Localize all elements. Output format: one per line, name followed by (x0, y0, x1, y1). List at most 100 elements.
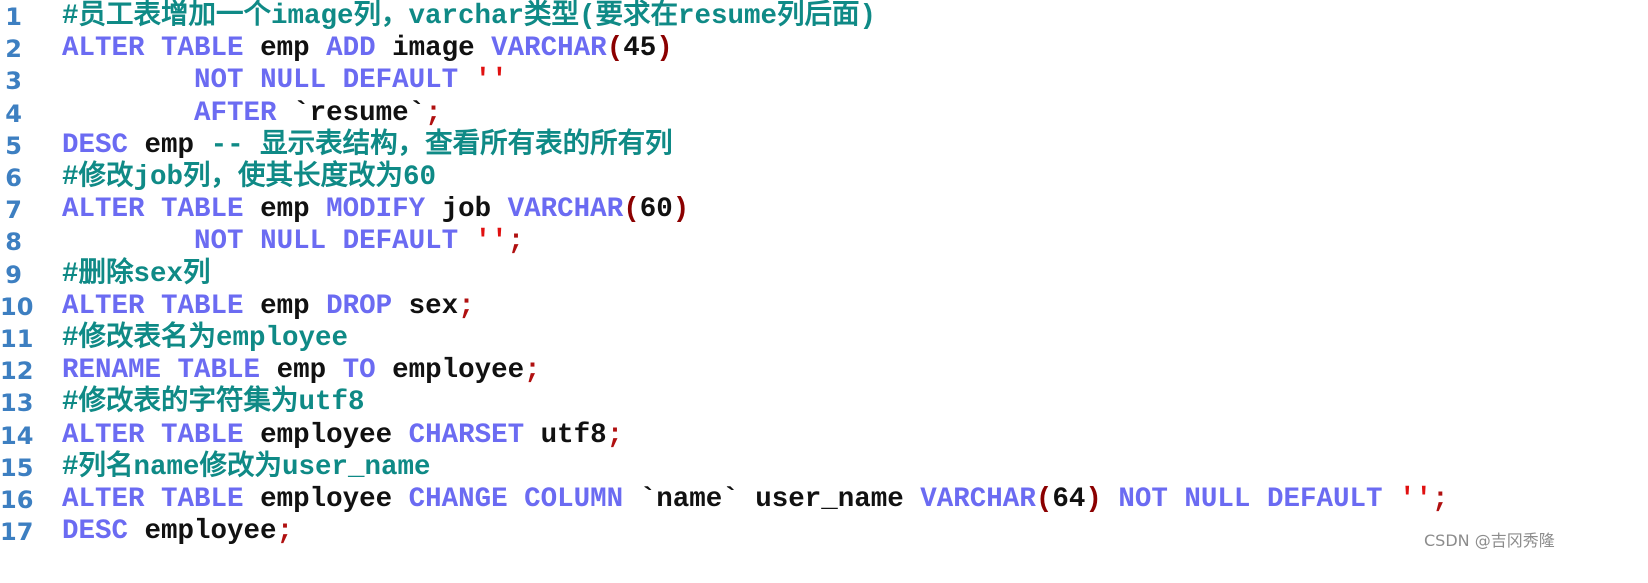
code-text[interactable]: #修改表名为employee (62, 323, 348, 355)
code-line[interactable]: 10 ALTER TABLE emp DROP sex; (0, 291, 1648, 323)
semicolon-token: ; (425, 97, 442, 129)
code-line[interactable]: 17 DESC employee; (0, 516, 1648, 548)
code-line[interactable]: 11 #修改表名为employee (0, 323, 1648, 355)
identifier-token: emp (260, 33, 310, 65)
line-number: 15 (0, 453, 34, 482)
identifier-token: user_name (755, 484, 904, 515)
line-number: 12 (0, 357, 34, 386)
line-number: 9 (5, 260, 22, 289)
identifier-token: emp (276, 355, 327, 387)
code-line[interactable]: 14 ALTER TABLE employee CHARSET utf8; (0, 420, 1648, 452)
identifier-token: emp (144, 129, 195, 161)
code-text[interactable]: RENAME TABLE emp TO employee; (62, 355, 541, 387)
code-line[interactable]: 7 ALTER TABLE emp MODIFY job VARCHAR(60) (0, 194, 1648, 226)
keyword-token: DROP (326, 290, 393, 322)
code-line[interactable]: 13 #修改表的字符集为utf8 (0, 387, 1648, 419)
code-text[interactable]: ALTER TABLE emp ADD image VARCHAR(45) (62, 33, 673, 65)
comment-token: #修改job列，使其长度改为60 (62, 162, 437, 193)
line-number: 4 (5, 99, 22, 128)
code-line[interactable]: 12 RENAME TABLE emp TO employee; (0, 355, 1648, 387)
keyword-token: RENAME (62, 355, 162, 387)
keyword-token: AFTER (194, 97, 277, 129)
keyword-token: NOT (194, 65, 244, 97)
code-text[interactable]: ALTER TABLE employee CHANGE COLUMN `name… (62, 484, 1449, 516)
code-text[interactable]: ALTER TABLE employee CHARSET utf8; (62, 420, 623, 452)
code-text[interactable]: DESC employee; (62, 516, 293, 548)
code-text[interactable]: DESC emp -- 显示表结构，查看所有表的所有列 (62, 130, 673, 162)
line-number: 10 (0, 292, 34, 321)
code-line[interactable]: 1 #员工表增加一个image列，varchar类型(要求在resume列后面) (0, 1, 1648, 33)
code-line[interactable]: 6 #修改job列，使其长度改为60 (0, 162, 1648, 194)
line-number: 17 (0, 518, 34, 547)
keyword-token: MODIFY (326, 194, 426, 226)
paren-token: ( (1035, 484, 1053, 515)
code-line[interactable]: 8 NOT NULL DEFAULT ''; (0, 226, 1648, 258)
semicolon-token: ; (276, 516, 294, 548)
code-line[interactable]: 15 #列名name修改为user_name (0, 452, 1648, 484)
keyword-token: COLUMN (524, 484, 624, 515)
code-text[interactable]: AFTER `resume`; (62, 98, 442, 130)
semicolon-token: ; (1432, 484, 1449, 515)
identifier-token: job (441, 194, 492, 226)
keyword-token: DEFAULT (1266, 484, 1383, 515)
code-text[interactable]: #列名name修改为user_name (62, 452, 431, 484)
code-line[interactable]: 3 NOT NULL DEFAULT '' (0, 65, 1648, 97)
paren-token: ( (623, 194, 640, 226)
code-line[interactable]: 9 #删除sex列 (0, 259, 1648, 291)
code-text[interactable]: NOT NULL DEFAULT '' (62, 65, 508, 97)
code-line[interactable]: 2 ALTER TABLE emp ADD image VARCHAR(45) (0, 33, 1648, 65)
code-editor[interactable]: 1 #员工表增加一个image列，varchar类型(要求在resume列后面) 2… (0, 0, 1648, 583)
comment-token: #修改表名为employee (62, 323, 349, 354)
line-number: 1 (5, 3, 22, 31)
code-text[interactable]: NOT NULL DEFAULT ''; (62, 226, 524, 258)
line-number: 7 (5, 196, 22, 225)
code-line[interactable]: 5 DESC emp -- 显示表结构，查看所有表的所有列 (0, 130, 1648, 162)
keyword-token: TABLE (161, 290, 244, 322)
keyword-token: TABLE (161, 33, 244, 65)
keyword-token: VARCHAR (491, 33, 607, 65)
semicolon-token: ; (507, 226, 525, 258)
code-line[interactable]: 4 AFTER `resume`; (0, 98, 1648, 130)
keyword-token: ADD (326, 33, 376, 65)
keyword-token: DESC (62, 129, 129, 161)
code-text[interactable]: #修改表的字符集为utf8 (62, 387, 365, 419)
code-text[interactable]: ALTER TABLE emp MODIFY job VARCHAR(60) (62, 194, 689, 226)
code-text[interactable]: #删除sex列 (62, 259, 211, 291)
keyword-token: ALTER (62, 33, 145, 65)
number-token: 64 (1052, 484, 1086, 515)
paren-token: ) (656, 33, 673, 65)
keyword-token: ALTER (62, 419, 145, 451)
number-token: 45 (623, 33, 657, 65)
code-text[interactable]: #员工表增加一个image列，varchar类型(要求在resume列后面) (62, 1, 876, 33)
identifier-token: employee (392, 355, 525, 387)
keyword-token: DEFAULT (342, 226, 459, 258)
semicolon-token: ; (458, 290, 475, 322)
comment-token: #员工表增加一个image列，varchar类型(要求在resume列后面) (62, 1, 877, 32)
code-text[interactable]: ALTER TABLE emp DROP sex; (62, 291, 475, 323)
code-line[interactable]: 16 ALTER TABLE employee CHANGE COLUMN `na… (0, 484, 1648, 516)
code-text[interactable]: #修改job列，使其长度改为60 (62, 162, 436, 194)
identifier-token: `name` (639, 484, 739, 515)
